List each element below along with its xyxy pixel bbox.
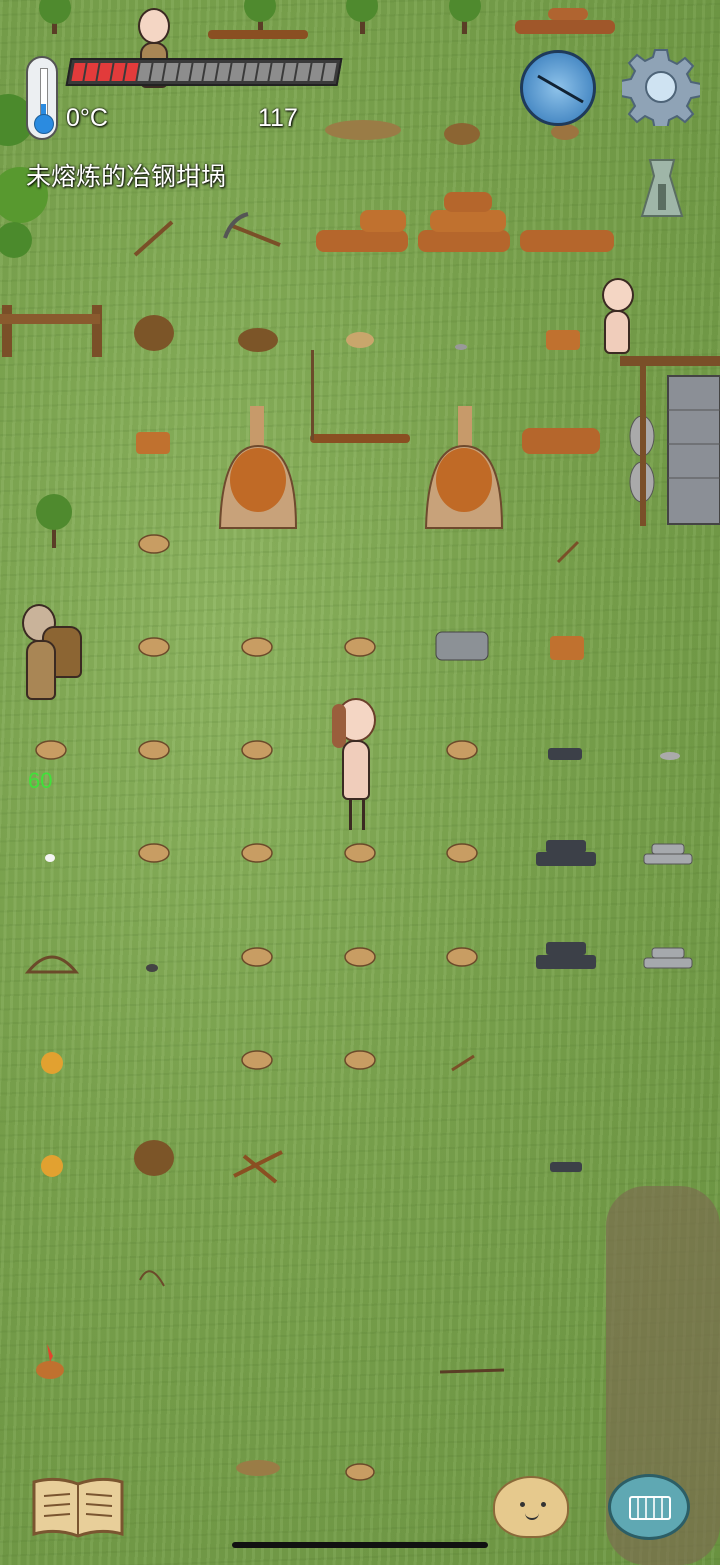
bow-saw[interactable] [24,955,80,974]
firewood-stack[interactable] [520,230,614,252]
food-pip [137,63,152,81]
kindling[interactable] [325,120,401,140]
iron-bloom[interactable] [548,748,582,760]
stone[interactable] [455,344,467,350]
basket[interactable] [134,1140,174,1176]
basket[interactable] [134,315,174,351]
firewood-stack[interactable] [418,192,510,252]
food-pip [322,63,337,81]
kiln[interactable] [218,406,298,529]
iron-ingot-pile[interactable] [536,942,596,969]
tree[interactable] [39,0,71,34]
fence[interactable] [0,305,102,357]
food-pip [111,63,126,81]
flat-stones[interactable] [435,631,489,661]
long-shaft[interactable] [310,350,410,443]
villager-backpack[interactable] [20,604,86,728]
keyboard-icon[interactable] [608,1474,690,1540]
food-pip [84,63,99,81]
food-pip [203,63,218,81]
food-pip [243,63,258,81]
stone[interactable] [660,752,680,760]
food-meter [65,58,343,86]
tree[interactable] [449,0,481,34]
thermometer-icon [26,56,58,140]
player-character[interactable] [332,698,382,834]
book-icon[interactable] [30,1474,126,1540]
food-pip [71,63,86,81]
yum-counter: 117 [258,104,298,132]
held-item-label: 未熔炼的冶钢坩埚 [26,163,227,191]
food-pip [309,63,324,81]
iron-ingot-pile[interactable] [536,840,596,866]
kindling[interactable] [236,1460,280,1476]
temperature-readout: 0°C [66,104,108,132]
kindling[interactable] [550,636,584,660]
steel-ingot-pile[interactable] [643,947,693,969]
arrow[interactable] [439,1368,505,1374]
firewood-stack[interactable] [316,210,408,252]
food-pip [177,63,192,81]
kindling[interactable] [136,432,170,454]
log[interactable] [208,30,308,39]
newcomen-pump[interactable] [620,356,720,526]
clay-bowls[interactable] [35,534,478,1481]
tree[interactable] [244,0,276,34]
tree[interactable] [346,0,378,34]
hatchet[interactable] [133,220,174,257]
pebble[interactable] [45,854,55,862]
basket[interactable] [444,123,480,145]
gooseberry[interactable] [41,1155,63,1177]
emote-face-icon[interactable] [493,1476,569,1538]
compass-icon[interactable] [520,50,596,126]
food-pip [282,63,298,81]
hammer[interactable] [451,1054,475,1072]
iron-bloom[interactable] [550,1162,582,1172]
food-pip [97,63,113,81]
fire-bowl[interactable] [36,1344,64,1379]
food-pip [190,63,205,81]
basket[interactable] [238,328,278,352]
basket[interactable] [551,124,579,140]
gooseberry[interactable] [41,1052,63,1074]
gear-icon[interactable] [622,48,700,126]
home-indicator[interactable] [232,1542,488,1548]
bowl[interactable] [346,332,374,348]
steel-ingot-pile[interactable] [643,843,693,865]
rope[interactable] [139,1270,165,1287]
stone[interactable] [146,964,158,972]
yum-bonus-popup: 60 [28,768,53,793]
hatchet[interactable] [556,540,580,564]
food-pip [269,63,284,81]
food-pip [150,63,166,81]
log-pile[interactable] [515,20,615,34]
villager-crossbow[interactable] [598,278,644,374]
food-pip [229,63,245,81]
crossed-sticks[interactable] [233,1150,283,1184]
kindling[interactable] [546,330,580,350]
pickaxe[interactable] [229,223,281,247]
family-tree-icon[interactable] [636,154,688,224]
food-pip [295,63,311,81]
kiln[interactable] [424,406,504,529]
food-pip [124,63,139,81]
food-pip [216,63,232,81]
food-pip [163,63,179,81]
log-pile[interactable] [548,8,588,20]
firewood-pile[interactable] [522,428,600,454]
tree[interactable] [36,494,72,548]
food-pip [256,63,271,81]
